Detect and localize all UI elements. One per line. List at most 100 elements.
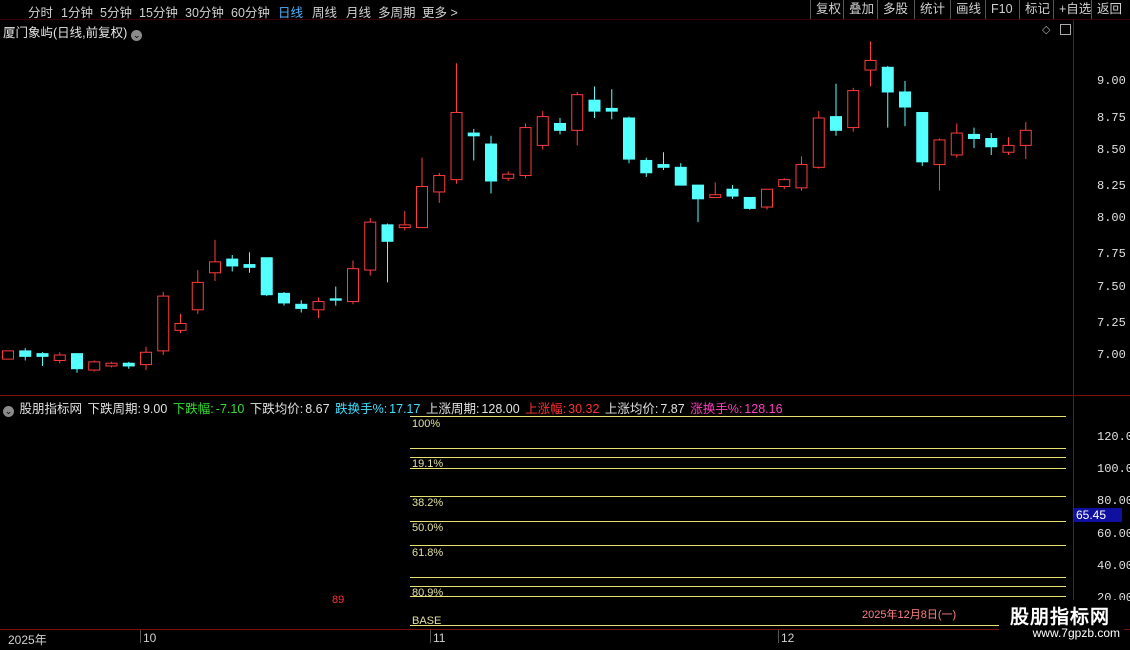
period-tab-30min[interactable]: 30分钟 xyxy=(185,2,224,21)
period-tab-multi[interactable]: 多周期 xyxy=(378,2,416,21)
price-axis-divider xyxy=(1073,20,1074,630)
period-tab-5min[interactable]: 5分钟 xyxy=(100,2,132,21)
candle-body xyxy=(657,164,670,168)
period-tab-fenshi[interactable]: 分时 xyxy=(28,2,53,21)
collapse-icon[interactable]: ⌄ xyxy=(3,406,14,417)
candle-body xyxy=(157,295,170,352)
fib-line xyxy=(410,448,1066,449)
candle-body xyxy=(605,107,618,112)
candle-6 xyxy=(105,361,118,368)
period-tab-monthly[interactable]: 月线 xyxy=(346,2,371,21)
candle-24 xyxy=(416,157,428,229)
multi-stock-button[interactable]: 多股 xyxy=(877,0,913,19)
candle-33 xyxy=(571,91,584,146)
more-menu[interactable]: 更多 > xyxy=(422,2,458,21)
period-tab-daily[interactable]: 日线 xyxy=(278,2,303,21)
price-tick: 8.25 xyxy=(1097,179,1126,193)
period-tab-60min[interactable]: 60分钟 xyxy=(231,2,270,21)
indicator-name[interactable]: 股朋指标网 xyxy=(19,402,82,416)
period-tab-1min[interactable]: 1分钟 xyxy=(61,2,93,21)
mark-button[interactable]: 标记 xyxy=(1019,0,1055,19)
stat-up-avg-value: 7.87 xyxy=(660,402,685,416)
candle-47 xyxy=(812,111,825,169)
current-value-box: 65.45 xyxy=(1074,508,1122,522)
fib-label: 80.9% xyxy=(412,587,444,599)
candle-48 xyxy=(830,83,842,136)
candle-11 xyxy=(191,270,204,314)
candle-22 xyxy=(381,223,394,283)
period-tab-weekly[interactable]: 周线 xyxy=(312,2,337,21)
price-tick: 7.25 xyxy=(1097,316,1126,330)
adjust-button[interactable]: 复权 xyxy=(810,0,846,19)
candle-0 xyxy=(2,350,14,360)
candle-41 xyxy=(709,182,722,198)
candle-45 xyxy=(778,178,791,190)
candle-53 xyxy=(916,112,929,166)
candle-body xyxy=(295,303,308,309)
fib-line xyxy=(410,596,1066,597)
price-tick: 7.50 xyxy=(1097,280,1126,294)
candle-19 xyxy=(329,286,342,306)
candle-body xyxy=(381,224,394,242)
back-button[interactable]: 返回 xyxy=(1091,0,1127,19)
candle-body xyxy=(795,164,808,189)
candle-body xyxy=(243,264,256,268)
fib-line xyxy=(410,521,1066,522)
add-watchlist-button[interactable]: +自选 xyxy=(1053,0,1096,19)
price-tick: 9.00 xyxy=(1097,74,1126,88)
overlay-button[interactable]: 叠加 xyxy=(843,0,879,19)
candle-5 xyxy=(88,360,101,372)
candle-body xyxy=(398,224,411,229)
candle-body xyxy=(899,91,911,108)
fib-label: 38.2% xyxy=(412,497,444,509)
draw-line-button[interactable]: 画线 xyxy=(950,0,986,19)
candle-body xyxy=(674,166,687,186)
watermark-title: 股朋指标网 xyxy=(1009,607,1110,628)
stats-button[interactable]: 统计 xyxy=(914,0,950,19)
indicator-header: ⌄ 股朋指标网 下跌周期: 9.00 下跌幅: -7.10 下跌均价: 8.67 跌换… xyxy=(3,398,785,417)
candlestick-chart[interactable] xyxy=(0,20,1073,395)
stat-up-turnover-label: 涨换手%: xyxy=(690,402,743,416)
candle-body xyxy=(71,353,83,370)
x-axis-label: 10 xyxy=(143,631,157,645)
fib-line xyxy=(410,468,1066,469)
x-axis-tick xyxy=(778,630,779,643)
candle-29 xyxy=(502,171,515,182)
candle-body xyxy=(209,261,221,274)
candle-39 xyxy=(674,163,687,186)
candle-14 xyxy=(243,252,256,273)
price-tick: 8.50 xyxy=(1097,143,1126,157)
price-tick: 7.00 xyxy=(1097,348,1126,362)
candle-42 xyxy=(726,185,739,199)
candle-body xyxy=(950,132,963,156)
candle-body xyxy=(554,122,566,131)
x-axis-label: 2025年 xyxy=(8,633,47,647)
period-tab-15min[interactable]: 15分钟 xyxy=(139,2,178,21)
candle-25 xyxy=(433,172,446,203)
candle-37 xyxy=(640,157,653,177)
stat-down-period-label: 下跌周期: xyxy=(87,402,141,416)
candle-16 xyxy=(278,291,290,306)
candle-body xyxy=(260,257,273,296)
candle-body xyxy=(588,99,601,112)
candle-28 xyxy=(485,135,497,194)
candle-body xyxy=(778,179,791,187)
candle-body xyxy=(88,361,101,371)
candle-4 xyxy=(71,353,83,373)
candle-body xyxy=(968,133,980,140)
candle-body xyxy=(36,353,49,357)
candle-10 xyxy=(174,313,187,334)
candle-body xyxy=(933,139,946,166)
candle-40 xyxy=(692,184,704,223)
candle-body xyxy=(53,354,66,361)
fib-line xyxy=(410,457,1066,458)
candle-31 xyxy=(536,111,549,150)
candle-7 xyxy=(122,361,135,369)
candle-body xyxy=(122,362,135,367)
candle-body xyxy=(623,117,635,160)
candle-body xyxy=(312,301,325,311)
candle-2 xyxy=(36,352,49,366)
candle-36 xyxy=(623,116,635,164)
candle-52 xyxy=(899,81,911,127)
f10-button[interactable]: F10 xyxy=(985,0,1018,19)
